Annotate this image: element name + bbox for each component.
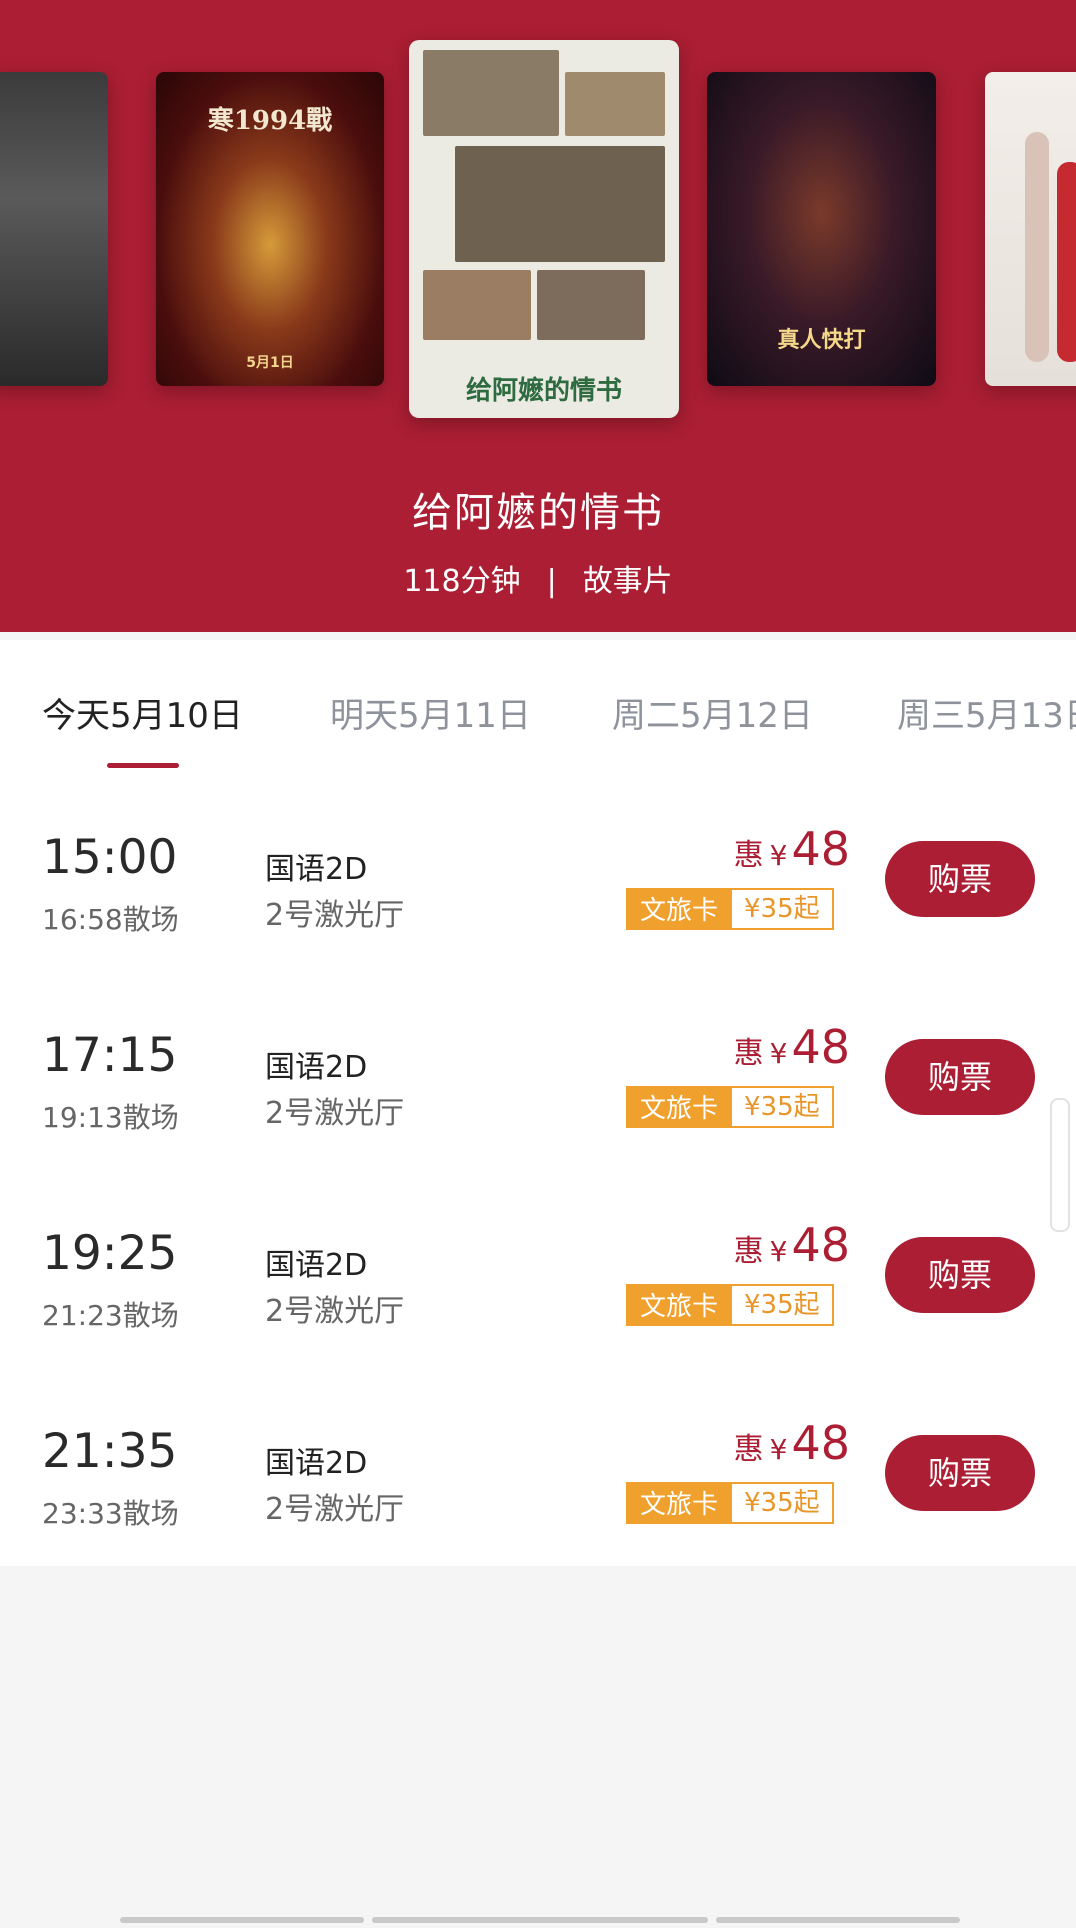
language-format: 国语2D — [265, 1248, 368, 1283]
active-tab-indicator — [107, 763, 179, 768]
card-label: 文旅卡 — [626, 1482, 733, 1524]
poster-title: 寒1994戰 — [207, 106, 333, 136]
showtime-schedule: 今天5月10日 明天5月11日 周二5月12日 周三5月13日 15:00 16… — [0, 640, 1076, 1566]
showtime-row: 17:15 19:13散场 国语2D 2号激光厅 惠 ¥48 文旅卡 ¥35起 购… — [0, 998, 1076, 1196]
card-price: ¥35起 — [732, 1284, 834, 1326]
culture-travel-card-badge: 文旅卡 ¥35起 — [626, 1086, 834, 1128]
poster-figure — [1057, 162, 1076, 362]
poster-letter-to-grandma[interactable]: 给阿嬷的情书 — [409, 40, 679, 418]
poster-release-date: 5月1日 — [246, 355, 294, 371]
movie-duration: 118分钟 — [403, 564, 521, 599]
poster-title: 真人快打 — [777, 327, 866, 353]
poster-left-partial[interactable] — [0, 72, 108, 386]
home-indicator-segment — [716, 1917, 960, 1923]
hall-name: 2号激光厅 — [265, 898, 405, 933]
currency-symbol: ¥ — [769, 839, 788, 872]
movie-title: 给阿嬷的情书 — [412, 490, 664, 536]
buy-ticket-button[interactable]: 购票 — [885, 841, 1035, 917]
movie-hero-banner: 寒1994戰 5月1日 给阿嬷的情书 真人快打 给阿嬷的情书 118分钟 | 故事片 — [0, 0, 1076, 632]
date-tabs: 今天5月10日 明天5月11日 周二5月12日 周三5月13日 — [0, 640, 1076, 770]
poster-photo — [423, 270, 531, 340]
end-time: 23:33散场 — [42, 1497, 179, 1530]
tab-tomorrow[interactable]: 明天5月11日 — [330, 688, 531, 737]
hall-name: 2号激光厅 — [265, 1096, 405, 1131]
discount-price: 惠 ¥48 — [734, 1416, 850, 1470]
poster-photo — [423, 50, 559, 136]
home-indicator-segment — [372, 1917, 708, 1923]
home-indicator-segment — [120, 1917, 364, 1923]
discount-label: 惠 — [733, 1432, 764, 1467]
culture-travel-card-badge: 文旅卡 ¥35起 — [626, 1284, 834, 1326]
card-label: 文旅卡 — [626, 1284, 733, 1326]
tab-today[interactable]: 今天5月10日 — [42, 688, 243, 737]
language-format: 国语2D — [265, 1446, 368, 1481]
culture-travel-card-badge: 文旅卡 ¥35起 — [626, 1482, 834, 1524]
language-format: 国语2D — [265, 1050, 368, 1085]
hall-name: 2号激光厅 — [265, 1294, 405, 1329]
poster-cold-war-1994[interactable]: 寒1994戰 5月1日 — [156, 72, 384, 386]
buy-ticket-button[interactable]: 购票 — [885, 1435, 1035, 1511]
buy-ticket-button[interactable]: 购票 — [885, 1237, 1035, 1313]
card-price: ¥35起 — [732, 1482, 834, 1524]
poster-photo — [455, 146, 665, 262]
start-time: 15:00 — [42, 830, 178, 885]
card-label: 文旅卡 — [626, 888, 733, 930]
currency-symbol: ¥ — [769, 1235, 788, 1268]
discount-label: 惠 — [733, 1036, 764, 1071]
card-price: ¥35起 — [732, 888, 834, 930]
discount-label: 惠 — [733, 1234, 764, 1269]
movie-genre: 故事片 — [582, 564, 673, 599]
start-time: 19:25 — [42, 1226, 178, 1281]
discount-label: 惠 — [733, 838, 764, 873]
movie-meta: 118分钟 | 故事片 — [0, 556, 1076, 600]
price-amount: 48 — [791, 822, 850, 876]
discount-price: 惠 ¥48 — [734, 1218, 850, 1272]
currency-symbol: ¥ — [769, 1433, 788, 1466]
culture-travel-card-badge: 文旅卡 ¥35起 — [626, 888, 834, 930]
price-amount: 48 — [791, 1020, 850, 1074]
end-time: 16:58散场 — [42, 903, 179, 936]
scrollbar-thumb[interactable] — [1050, 1098, 1070, 1232]
price-amount: 48 — [791, 1218, 850, 1272]
tab-tuesday[interactable]: 周二5月12日 — [612, 688, 813, 737]
buy-ticket-button[interactable]: 购票 — [885, 1039, 1035, 1115]
end-time: 19:13散场 — [42, 1101, 179, 1134]
discount-price: 惠 ¥48 — [734, 1020, 850, 1074]
end-time: 21:23散场 — [42, 1299, 179, 1332]
start-time: 17:15 — [42, 1028, 178, 1083]
poster-mortal-kombat[interactable]: 真人快打 — [707, 72, 936, 386]
poster-photo — [565, 72, 665, 136]
card-price: ¥35起 — [732, 1086, 834, 1128]
showtime-row: 21:35 23:33散场 国语2D 2号激光厅 惠 ¥48 文旅卡 ¥35起 购… — [0, 1394, 1076, 1592]
poster-title: 给阿嬷的情书 — [465, 376, 622, 406]
language-format: 国语2D — [265, 852, 368, 887]
meta-separator: | — [546, 564, 557, 599]
showtime-row: 19:25 21:23散场 国语2D 2号激光厅 惠 ¥48 文旅卡 ¥35起 购… — [0, 1196, 1076, 1394]
hall-name: 2号激光厅 — [265, 1492, 405, 1527]
tab-wednesday[interactable]: 周三5月13日 — [897, 688, 1076, 737]
poster-right-partial[interactable] — [985, 72, 1076, 386]
poster-figure — [1025, 132, 1049, 362]
card-label: 文旅卡 — [626, 1086, 733, 1128]
start-time: 21:35 — [42, 1424, 178, 1479]
showtime-row: 15:00 16:58散场 国语2D 2号激光厅 惠 ¥48 文旅卡 ¥35起 购… — [0, 800, 1076, 998]
discount-price: 惠 ¥48 — [734, 822, 850, 876]
price-amount: 48 — [791, 1416, 850, 1470]
poster-photo — [537, 270, 645, 340]
currency-symbol: ¥ — [769, 1037, 788, 1070]
